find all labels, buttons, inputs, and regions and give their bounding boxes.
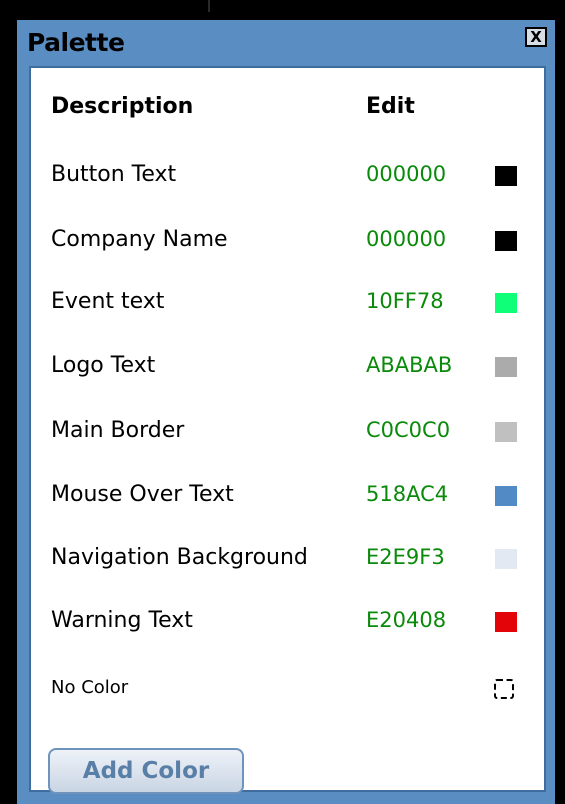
color-swatch[interactable] <box>495 486 517 506</box>
color-swatch[interactable] <box>495 549 517 569</box>
edit-header: Edit <box>366 94 415 119</box>
add-color-button[interactable]: Add Color <box>48 748 244 794</box>
top-divider <box>208 0 210 12</box>
color-label: Warning Text <box>51 608 193 633</box>
color-swatch[interactable] <box>495 293 517 313</box>
no-color-swatch-icon[interactable] <box>494 679 514 699</box>
color-label: Button Text <box>51 162 177 187</box>
palette-panel: Palette X Description Edit Button Text 0… <box>17 20 555 804</box>
color-row: Main Border C0C0C0 <box>31 414 544 450</box>
color-hex-link[interactable]: 10FF78 <box>366 289 444 313</box>
color-row: Event text 10FF78 <box>31 285 544 321</box>
color-hex-link[interactable]: 518AC4 <box>366 482 448 506</box>
palette-content: Description Edit Button Text 000000 Comp… <box>29 66 546 794</box>
color-label: Mouse Over Text <box>51 482 234 507</box>
color-label: Event text <box>51 289 165 314</box>
description-header: Description <box>51 94 194 119</box>
color-hex-link[interactable]: 000000 <box>366 162 446 186</box>
color-hex-link[interactable]: C0C0C0 <box>366 418 450 442</box>
no-color-label: No Color <box>51 677 129 698</box>
color-swatch[interactable] <box>495 612 517 632</box>
top-strip <box>0 0 565 20</box>
color-swatch[interactable] <box>495 357 517 377</box>
panel-title: Palette <box>27 28 125 57</box>
color-label: Company Name <box>51 227 228 252</box>
color-label: Navigation Background <box>51 545 308 570</box>
close-button[interactable]: X <box>525 27 547 47</box>
color-row: Warning Text E20408 <box>31 604 544 640</box>
color-label: Logo Text <box>51 353 156 378</box>
color-row: Mouse Over Text 518AC4 <box>31 478 544 514</box>
color-hex-link[interactable]: E2E9F3 <box>366 545 445 569</box>
color-swatch[interactable] <box>495 166 517 186</box>
header-row: Description Edit <box>31 94 544 124</box>
color-swatch[interactable] <box>495 231 517 251</box>
color-row: Navigation Background E2E9F3 <box>31 541 544 577</box>
color-row: Logo Text ABABAB <box>31 349 544 385</box>
color-row: Button Text 000000 <box>31 158 544 194</box>
color-hex-link[interactable]: E20408 <box>366 608 446 632</box>
color-hex-link[interactable]: 000000 <box>366 227 446 251</box>
no-color-row: No Color <box>31 671 544 707</box>
color-swatch[interactable] <box>495 422 517 442</box>
color-hex-link[interactable]: ABABAB <box>366 353 452 377</box>
color-row: Company Name 000000 <box>31 223 544 259</box>
title-bar[interactable]: Palette X <box>17 20 555 66</box>
color-label: Main Border <box>51 418 185 443</box>
close-icon: X <box>530 27 542 46</box>
